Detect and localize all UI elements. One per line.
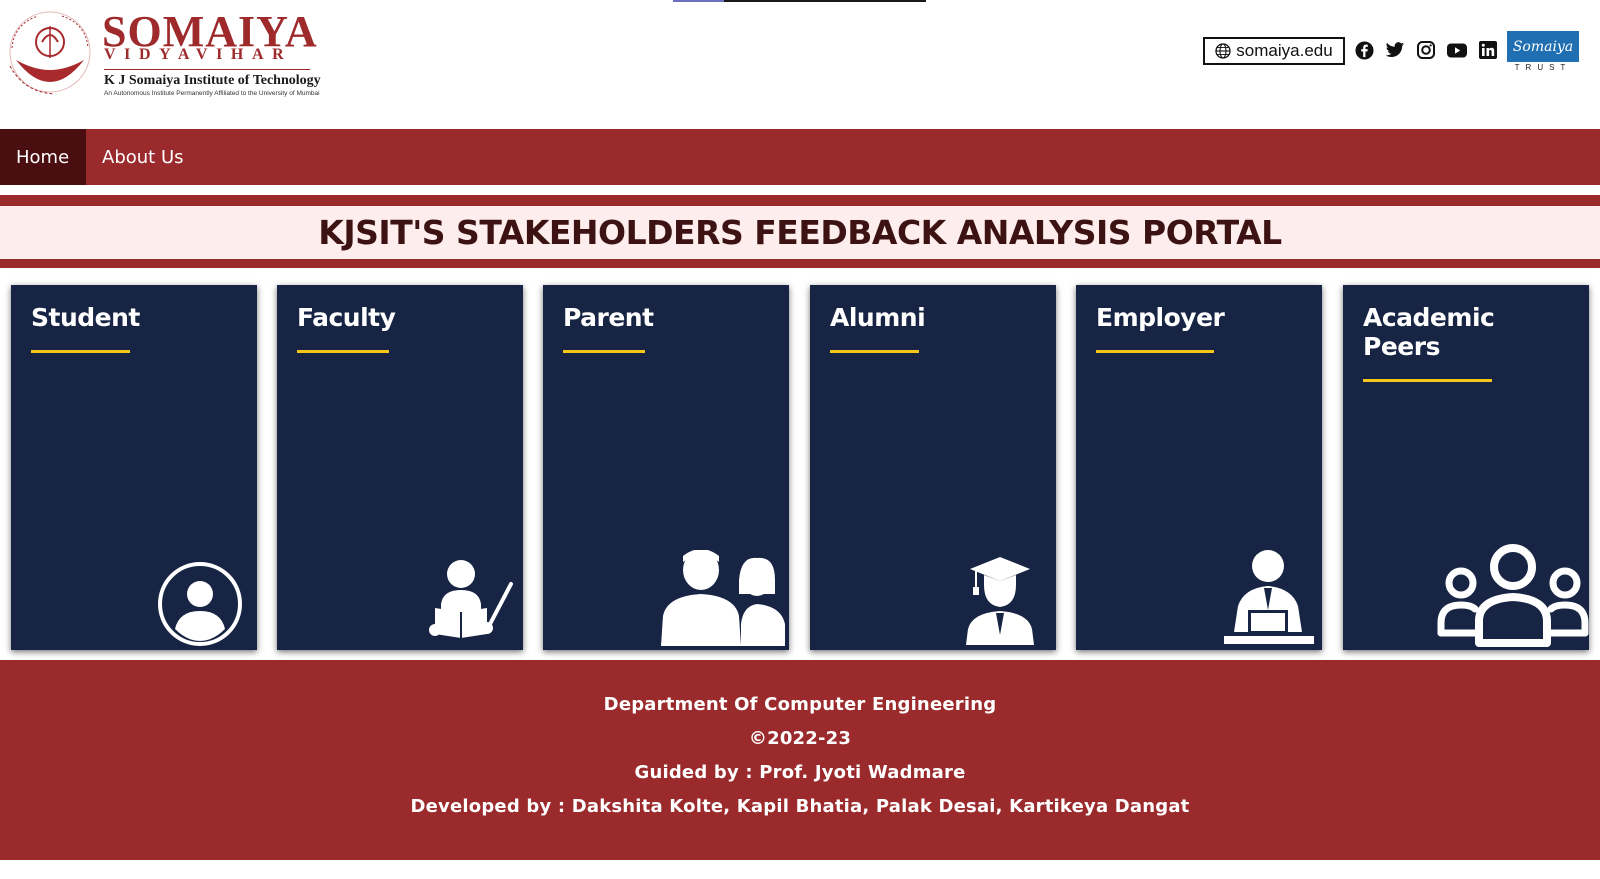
trust-logo-box: Somaiya: [1507, 31, 1579, 62]
faculty-icon: [429, 560, 513, 638]
card-alumni[interactable]: Alumni: [810, 285, 1056, 650]
institute-name: K J Somaiya Institute of Technology: [104, 73, 321, 88]
brand-divider: [104, 69, 310, 70]
card-underline: [297, 350, 389, 353]
card-title: Parent: [563, 303, 654, 332]
footer-guided-by: Guided by : Prof. Jyoti Wadmare: [634, 762, 966, 783]
twitter-icon[interactable]: [1384, 39, 1406, 61]
portal-banner: KJSIT'S STAKEHOLDERS FEEDBACK ANALYSIS P…: [0, 206, 1600, 259]
card-student[interactable]: Student: [11, 285, 257, 650]
card-title: Employer: [1096, 303, 1225, 332]
card-title: Student: [31, 303, 140, 332]
institute-tagline: An Autonomous Institute Permanently Affi…: [104, 90, 320, 97]
somaiya-edu-link[interactable]: somaiya.edu: [1203, 37, 1345, 65]
footer-developed-by: Developed by : Dakshita Kolte, Kapil Bha…: [410, 796, 1190, 817]
youtube-icon[interactable]: [1446, 39, 1468, 61]
alumni-icon: [966, 557, 1034, 645]
facebook-icon[interactable]: [1353, 39, 1375, 61]
globe-icon: [1215, 43, 1231, 59]
card-title: Alumni: [830, 303, 926, 332]
top-loading-strip: [673, 0, 926, 2]
linkedin-icon[interactable]: [1477, 39, 1499, 61]
footer-department: Department Of Computer Engineering: [603, 694, 997, 715]
student-icon: [158, 562, 242, 646]
footer-copyright: ©2022-23: [748, 728, 852, 749]
card-title: Academic Peers: [1363, 303, 1495, 361]
employer-icon: [1224, 550, 1314, 644]
site-header: SOMAIYA VIDYAVIHAR K J Somaiya Institute…: [0, 0, 1600, 128]
banner-stripe-top: [0, 195, 1600, 206]
site-link-label: somaiya.edu: [1236, 41, 1333, 60]
instagram-icon[interactable]: [1415, 39, 1437, 61]
card-academic-peers[interactable]: Academic Peers: [1343, 285, 1589, 650]
card-underline: [1096, 350, 1214, 353]
trust-logo-label: TRUST: [1514, 63, 1572, 72]
main-nav: Home About Us: [0, 129, 1600, 185]
somaiya-trust-logo[interactable]: Somaiya TRUST: [1507, 31, 1579, 73]
card-underline: [31, 350, 130, 353]
parent-icon: [661, 550, 785, 646]
banner-stripe-bottom: [0, 259, 1600, 268]
portal-title: KJSIT'S STAKEHOLDERS FEEDBACK ANALYSIS P…: [318, 213, 1282, 252]
card-underline: [830, 350, 919, 353]
site-footer: Department Of Computer Engineering ©2022…: [0, 660, 1600, 860]
card-employer[interactable]: Employer: [1076, 285, 1322, 650]
card-parent[interactable]: Parent: [543, 285, 789, 650]
nav-about-us[interactable]: About Us: [86, 129, 200, 185]
nav-home[interactable]: Home: [0, 129, 86, 185]
card-faculty[interactable]: Faculty: [277, 285, 523, 650]
card-underline: [1363, 379, 1492, 382]
card-underline: [563, 350, 645, 353]
card-title: Faculty: [297, 303, 396, 332]
academic-peers-icon: [1437, 544, 1589, 647]
somaiya-emblem-logo: [9, 11, 91, 95]
brand-subtitle: VIDYAVIHAR: [104, 46, 293, 63]
